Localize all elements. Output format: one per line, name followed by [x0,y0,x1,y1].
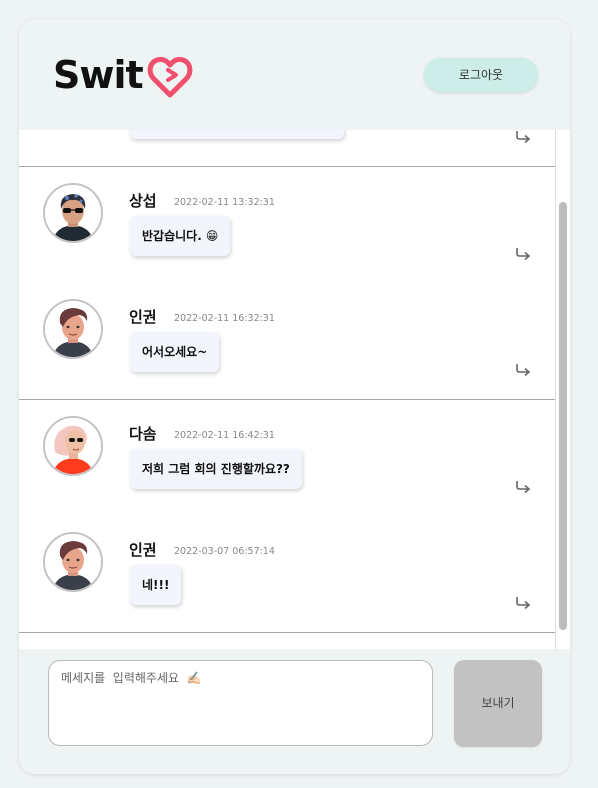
sender-name: 인권 [129,541,157,559]
chat-list[interactable]: 상섭 2022-02-11 13:32:31 반갑습니다. 😁 인권 2022-… [19,130,570,649]
avatar [43,299,103,359]
message-time: 2022-02-11 13:32:31 [174,197,275,208]
scrollbar-thumb[interactable] [559,202,567,630]
message-time: 2022-03-07 06:57:14 [174,546,275,557]
chat-scrollbar[interactable] [555,130,570,649]
reply-icon[interactable] [515,480,531,494]
list-item [19,130,555,167]
message-bubble: 어서오세요~ [130,332,220,372]
sender-name: 상섭 [129,192,157,210]
reply-icon[interactable] [515,596,531,610]
swit-logo: Swit [53,53,193,99]
list-item: 다솜 2022-02-11 16:42:31 저희 그럼 회의 진행할까요?? [19,400,555,517]
list-item: 상섭 2022-02-11 13:32:31 반갑습니다. 😁 [19,166,555,284]
avatar [43,183,103,243]
avatar [43,532,103,592]
message-bubble [130,130,344,139]
reply-icon[interactable] [515,363,531,377]
reply-icon[interactable] [515,247,531,261]
sender-name: 인권 [129,308,157,326]
avatar [43,416,103,476]
message-bubble: 네!!! [130,565,182,605]
list-item: 인권 2022-02-11 16:32:31 어서오세요~ [19,283,555,400]
logout-button[interactable]: 로그아웃 [424,58,538,92]
message-bubble: 저희 그럼 회의 진행할까요?? [130,449,302,489]
list-item: 인권 2022-03-07 06:57:14 네!!! [19,516,555,633]
message-input[interactable] [48,660,433,746]
message-bubble: 반갑습니다. 😁 [130,216,231,256]
sender-name: 다솜 [129,425,157,443]
message-time: 2022-02-11 16:32:31 [174,313,275,324]
composer: 보내기 [19,649,570,774]
reply-icon[interactable] [515,130,531,144]
app-card: Swit 로그아웃 상섭 2022-02-11 13:32:31 반갑습니다. … [19,19,570,774]
message-time: 2022-02-11 16:42:31 [174,430,275,441]
logo-text: Swit [53,53,144,97]
logo-heart-icon [147,56,193,98]
send-button[interactable]: 보내기 [454,660,542,747]
header: Swit 로그아웃 [19,19,570,130]
